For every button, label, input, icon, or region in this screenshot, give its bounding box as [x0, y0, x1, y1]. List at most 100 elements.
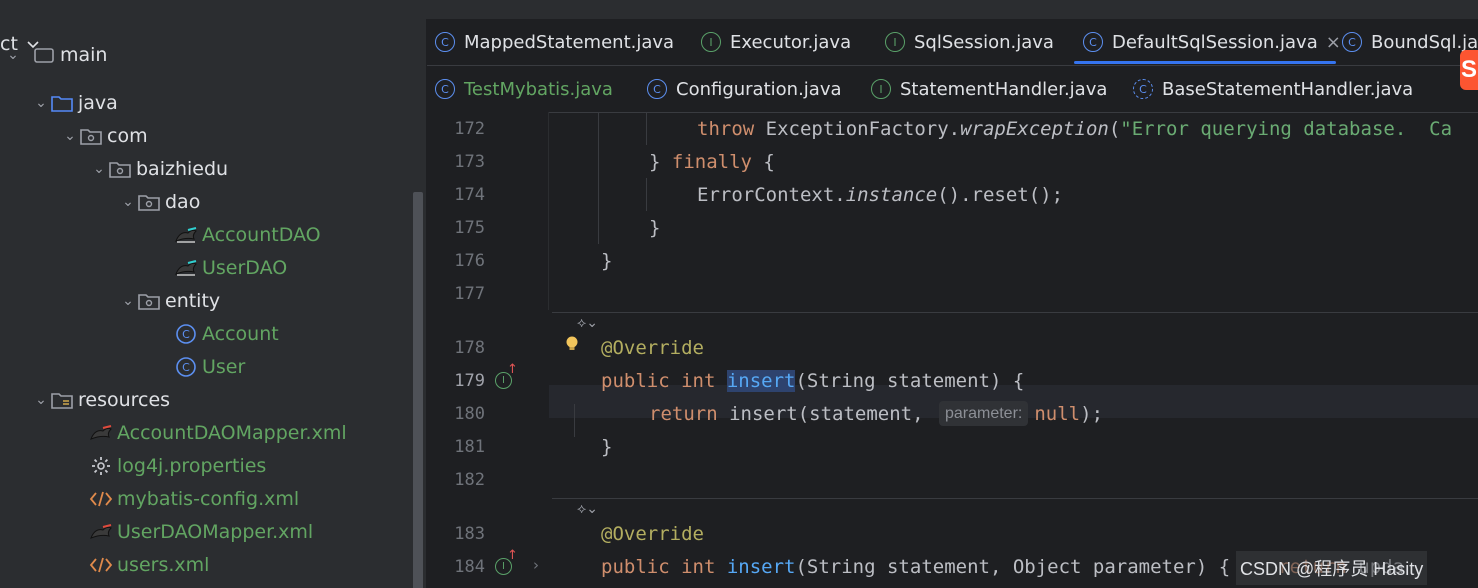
code-line-176: }: [601, 244, 612, 277]
chevron-down-icon[interactable]: ⌄: [119, 194, 137, 210]
code-token: finally: [671, 150, 752, 173]
code-token: ExceptionFactory.: [754, 117, 961, 140]
abstract-class-icon: C: [1133, 79, 1153, 99]
tree-label: AccountDAO: [202, 223, 321, 246]
code-line-181: }: [601, 430, 612, 463]
line-number: 176: [454, 250, 485, 271]
package-icon: [79, 125, 103, 147]
tree-node-account[interactable]: C Account: [174, 317, 279, 350]
chevron-down-icon[interactable]: ⌄: [90, 161, 108, 177]
tab-statementhandler[interactable]: I StatementHandler.java: [871, 66, 1107, 112]
tab-label: Configuration.java: [676, 78, 842, 100]
tree-node-main[interactable]: ⌄ main: [4, 38, 107, 71]
editor-tab-row-2: C TestMybatis.java C Configuration.java …: [427, 66, 1478, 113]
resources-folder-icon: [50, 389, 74, 411]
tree-node-accountdaomapper[interactable]: AccountDAOMapper.xml: [89, 416, 347, 449]
code-token: insert: [726, 555, 796, 578]
code-line-174: ErrorContext. instance ().reset();: [697, 178, 1063, 211]
active-tab-indicator: [1074, 61, 1336, 64]
line-number: 184: [454, 556, 485, 577]
tree-label: log4j.properties: [117, 454, 267, 477]
gear-icon: [89, 455, 113, 477]
class-icon: C: [174, 356, 198, 378]
tree-node-com[interactable]: ⌄ com: [61, 119, 148, 152]
code-line-173: } finally {: [649, 145, 775, 178]
tree-node-entity[interactable]: ⌄ entity: [119, 284, 220, 317]
tree-label: main: [60, 43, 108, 66]
tab-label: Executor.java: [730, 31, 852, 53]
editor-area: C MappedStatement.java I Executor.java I…: [427, 19, 1478, 588]
chevron-down-icon[interactable]: ⌄: [119, 293, 137, 309]
tab-basestatementhandler[interactable]: C BaseStatementHandler.java: [1133, 66, 1413, 112]
tree-label: resources: [78, 388, 171, 411]
class-icon: C: [435, 32, 455, 52]
module-folder-icon: [32, 44, 56, 66]
class-icon: C: [1083, 32, 1103, 52]
tree-label: UserDAOMapper.xml: [117, 520, 314, 543]
tree-node-resources[interactable]: ⌄ resources: [32, 383, 170, 416]
code-token: }: [649, 216, 661, 239]
tree-node-java[interactable]: ⌄ java: [32, 86, 118, 119]
tree-node-dao[interactable]: ⌄ dao: [119, 185, 200, 218]
arrow-up-icon: ↑: [507, 548, 518, 563]
line-number: 173: [454, 151, 485, 172]
code-token: (: [1108, 117, 1121, 140]
code-token: (String statement, Object parameter): [795, 555, 1219, 578]
code-token: }: [601, 249, 613, 272]
code-token: instance: [845, 183, 938, 206]
close-icon[interactable]: ×: [1326, 32, 1341, 53]
tree-node-userdaomapper[interactable]: UserDAOMapper.xml: [89, 515, 313, 548]
tab-testmybatis[interactable]: C TestMybatis.java: [435, 66, 613, 112]
line-number: 180: [454, 403, 485, 424]
tab-defaultsqlsession[interactable]: C DefaultSqlSession.java ×: [1083, 19, 1341, 65]
csdn-logo: S: [1460, 50, 1478, 90]
editor-tab-row-1: C MappedStatement.java I Executor.java I…: [427, 19, 1478, 66]
tree-label: users.xml: [117, 553, 210, 576]
line-number: 179: [454, 370, 485, 391]
code-token: wrapException: [960, 117, 1109, 140]
chevron-down-icon[interactable]: ⌄: [4, 47, 22, 63]
code-token: null: [1034, 402, 1081, 425]
arrow-up-icon: ↑: [507, 362, 518, 377]
code-line-183: @Override: [601, 517, 704, 550]
class-icon: C: [1342, 32, 1362, 52]
tree-label: mybatis-config.xml: [117, 487, 300, 510]
code-token: public: [601, 555, 670, 578]
chevron-down-icon[interactable]: ⌄: [61, 128, 79, 144]
mybatis-mapper-icon: [89, 422, 113, 444]
class-icon: C: [647, 79, 667, 99]
chevron-right-icon[interactable]: ›: [533, 556, 539, 574]
tree-node-userdao[interactable]: UserDAO: [174, 251, 287, 284]
tab-executor[interactable]: I Executor.java: [701, 19, 851, 65]
tree-node-log4j[interactable]: log4j.properties: [89, 449, 266, 482]
tree-node-baizhiedu[interactable]: ⌄ baizhiedu: [90, 152, 228, 185]
interface-icon: I: [871, 79, 891, 99]
tab-mappedstatement[interactable]: C MappedStatement.java: [435, 19, 674, 65]
line-number: 177: [454, 283, 485, 304]
tree-node-accountdao[interactable]: AccountDAO: [174, 218, 321, 251]
code-editor[interactable]: throw ExceptionFactory. wrapException("Er…: [549, 112, 1478, 588]
code-token: "Error querying database. Ca: [1120, 117, 1453, 140]
chevron-down-icon[interactable]: ⌄: [32, 392, 50, 408]
tree-label: java: [78, 91, 118, 114]
tree-label: dao: [165, 190, 201, 213]
code-token: insert: [726, 369, 796, 392]
xml-icon: [89, 488, 113, 510]
code-token: int: [669, 369, 727, 392]
tree-label: User: [202, 355, 246, 378]
tree-node-users-xml[interactable]: users.xml: [89, 548, 209, 581]
code-line-180: return insert(statement, parameter: null)…: [649, 397, 1103, 430]
package-icon: [108, 158, 132, 180]
tree-label: com: [107, 124, 148, 147]
chevron-down-icon[interactable]: ⌄: [32, 95, 50, 111]
tree-node-mybatis-config[interactable]: mybatis-config.xml: [89, 482, 299, 515]
tree-node-user[interactable]: C User: [174, 350, 245, 383]
sidebar-scrollbar[interactable]: [413, 192, 423, 588]
code-token: ErrorContext.: [697, 183, 846, 206]
tab-boundsql[interactable]: C BoundSql.ja: [1342, 19, 1478, 65]
code-token: {: [1218, 555, 1231, 578]
interface-icon: I: [885, 32, 905, 52]
tab-sqlsession[interactable]: I SqlSession.java: [885, 19, 1054, 65]
tab-configuration[interactable]: C Configuration.java: [647, 66, 842, 112]
code-token: }: [601, 435, 613, 458]
